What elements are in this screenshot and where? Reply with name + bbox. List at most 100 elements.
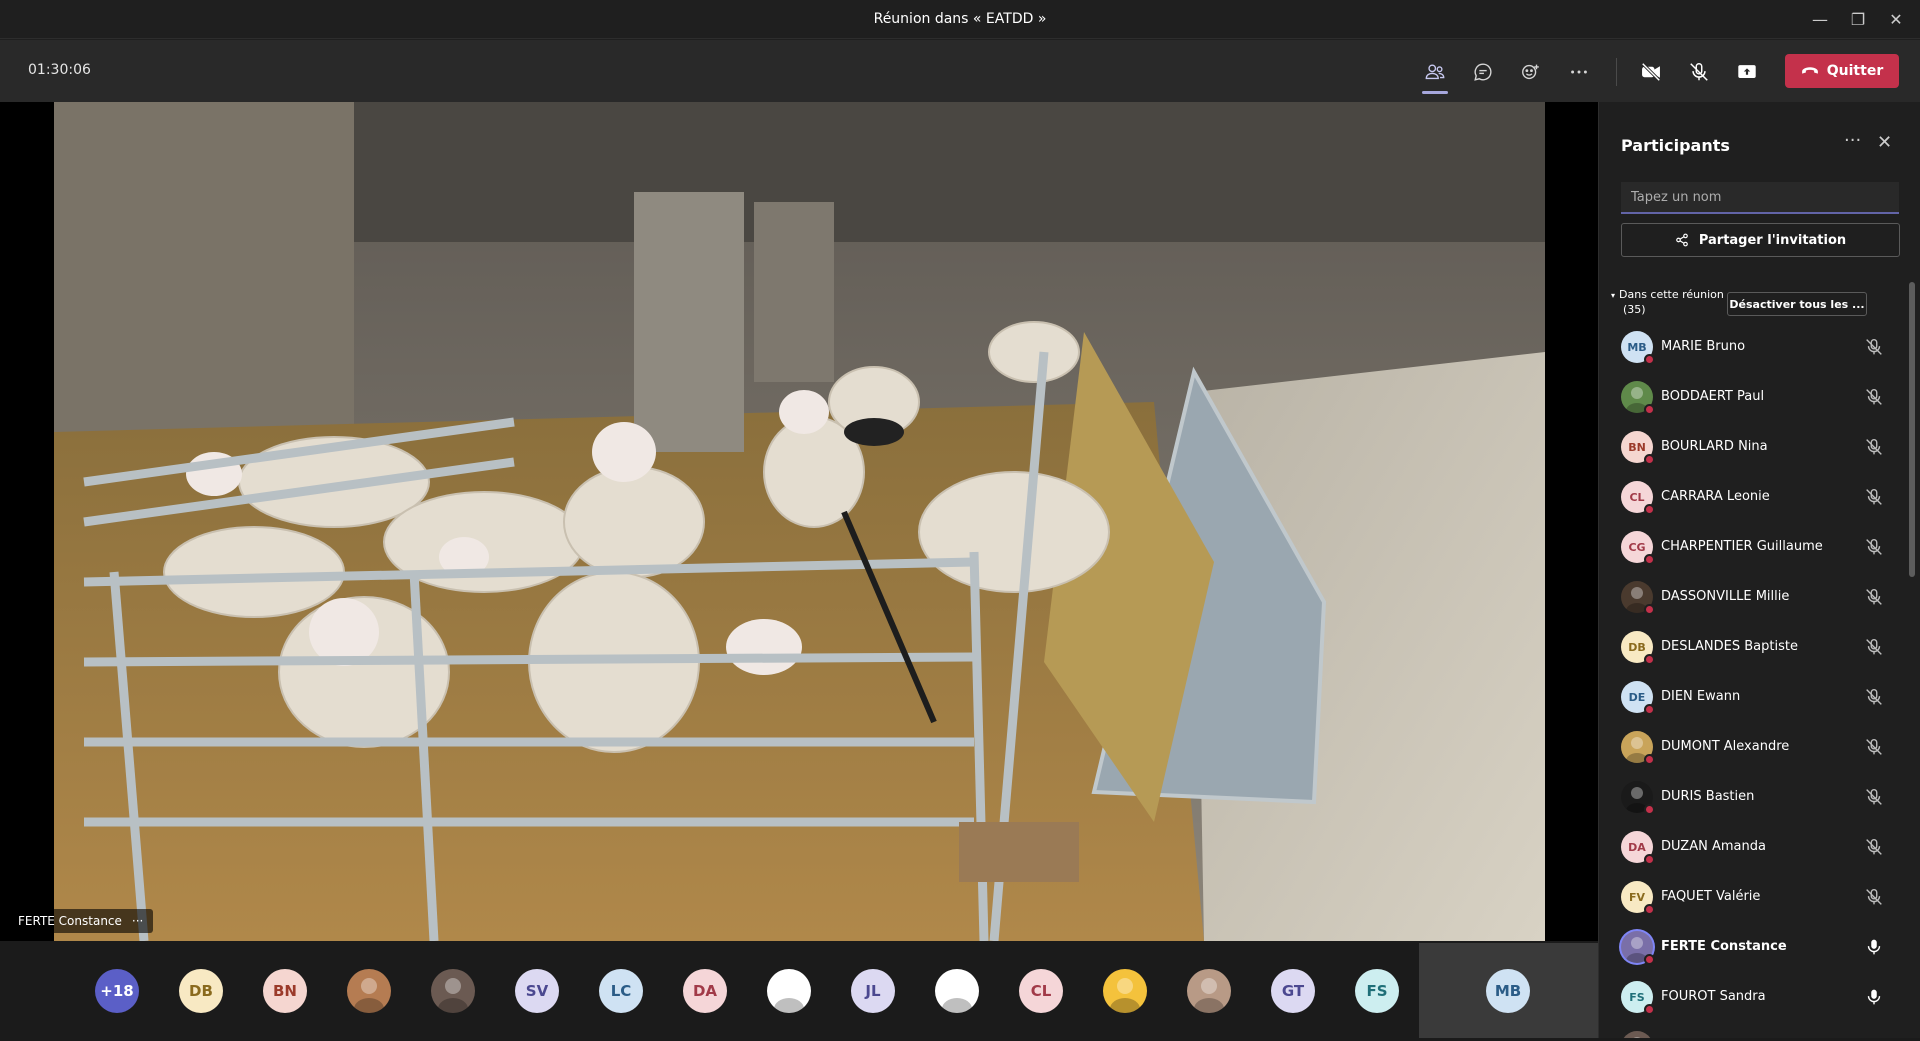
- presence-busy-icon: [1644, 504, 1655, 515]
- participant-photo-avatar[interactable]: [767, 969, 811, 1013]
- participant-photo-avatar: [1621, 781, 1655, 815]
- mic-muted-icon[interactable]: [1863, 786, 1885, 808]
- barn-sheep-video-frame: [54, 102, 1545, 941]
- participant-name: DIEN Ewann: [1661, 689, 1741, 704]
- mic-muted-icon[interactable]: [1863, 736, 1885, 758]
- participant-row[interactable]: DE DIEN Ewann: [1599, 672, 1909, 722]
- participant-avatar[interactable]: SV: [515, 969, 559, 1013]
- participant-avatar[interactable]: BN: [263, 969, 307, 1013]
- presence-busy-icon: [1644, 354, 1655, 365]
- presence-busy-icon: [1644, 754, 1655, 765]
- mic-muted-icon[interactable]: [1863, 536, 1885, 558]
- participant-initials: BN: [1628, 440, 1646, 454]
- maximize-icon[interactable]: ❐: [1843, 8, 1873, 30]
- participant-initials: DE: [1628, 690, 1646, 704]
- participants-panel: Participants ··· ✕ Partager l'invitation…: [1598, 102, 1920, 1041]
- participant-avatar: BN: [1621, 431, 1655, 465]
- reactions-button[interactable]: [1513, 54, 1549, 90]
- participant-row[interactable]: DB DESLANDES Baptiste: [1599, 622, 1909, 672]
- search-participants-input[interactable]: [1621, 182, 1899, 214]
- chat-button[interactable]: [1465, 54, 1501, 90]
- mic-muted-icon[interactable]: [1863, 486, 1885, 508]
- camera-off-icon: [1641, 62, 1661, 82]
- mic-muted-icon[interactable]: [1863, 386, 1885, 408]
- quit-button[interactable]: Quitter: [1785, 54, 1899, 88]
- camera-toggle-button[interactable]: [1633, 54, 1669, 90]
- participant-avatar: CG: [1621, 531, 1655, 565]
- minimize-icon[interactable]: —: [1805, 8, 1835, 30]
- participant-avatar[interactable]: JL: [851, 969, 895, 1013]
- participant-name: CHARPENTIER Guillaume: [1661, 539, 1823, 554]
- presence-busy-icon: [1644, 454, 1655, 465]
- participant-avatar[interactable]: CL: [1019, 969, 1063, 1013]
- self-avatar[interactable]: MB: [1486, 969, 1530, 1013]
- mic-muted-icon[interactable]: [1863, 586, 1885, 608]
- participant-row[interactable]: CG CHARPENTIER Guillaume: [1599, 522, 1909, 572]
- participant-avatar[interactable]: LC: [599, 969, 643, 1013]
- more-button[interactable]: [1561, 54, 1597, 90]
- participant-initials: MB: [1627, 340, 1647, 354]
- participant-photo-avatar: [1621, 931, 1655, 965]
- share-invitation-button[interactable]: Partager l'invitation: [1621, 223, 1900, 257]
- close-window-icon[interactable]: ✕: [1881, 8, 1911, 30]
- participant-name: FOUROT Sandra: [1661, 989, 1766, 1004]
- participant-initials: DB: [1628, 640, 1646, 654]
- mic-muted-icon[interactable]: [1863, 836, 1885, 858]
- mic-muted-icon[interactable]: [1863, 336, 1885, 358]
- participant-avatar[interactable]: FS: [1355, 969, 1399, 1013]
- speaker-more-icon[interactable]: ···: [132, 914, 143, 928]
- mic-muted-icon[interactable]: [1863, 436, 1885, 458]
- participant-photo-avatar[interactable]: [431, 969, 475, 1013]
- participant-photo-avatar[interactable]: [347, 969, 391, 1013]
- in-meeting-section-header[interactable]: ▾ Dans cette réunion (35): [1611, 288, 1724, 317]
- participant-row[interactable]: FS FOUROT Sandra: [1599, 972, 1909, 1022]
- mic-muted-icon[interactable]: [1863, 886, 1885, 908]
- participant-row[interactable]: BODDAERT Paul: [1599, 372, 1909, 422]
- participant-photo-avatar[interactable]: [1187, 969, 1231, 1013]
- panel-close-icon[interactable]: ✕: [1877, 132, 1892, 153]
- participant-avatar[interactable]: +18: [95, 969, 139, 1013]
- participant-row[interactable]: BN BOURLARD Nina: [1599, 422, 1909, 472]
- share-screen-icon: [1738, 65, 1756, 78]
- title-bar: Réunion dans « EATDD » — ❐ ✕: [0, 0, 1920, 39]
- mic-muted-icon[interactable]: [1863, 636, 1885, 658]
- participant-initials: CG: [1628, 540, 1646, 554]
- participant-photo-avatar: [1621, 381, 1655, 415]
- presence-busy-icon: [1644, 604, 1655, 615]
- participant-photo-avatar[interactable]: [935, 969, 979, 1013]
- presence-busy-icon: [1644, 904, 1655, 915]
- panel-title: Participants: [1621, 136, 1730, 155]
- mic-on-icon[interactable]: [1863, 986, 1885, 1008]
- share-screen-button[interactable]: [1729, 54, 1765, 90]
- participant-row[interactable]: DA DUZAN Amanda: [1599, 822, 1909, 872]
- participant-avatar: DA: [1621, 831, 1655, 865]
- panel-more-icon[interactable]: ···: [1844, 130, 1861, 151]
- participant-row[interactable]: DASSONVILLE Millie: [1599, 572, 1909, 622]
- participant-avatar[interactable]: GT: [1271, 969, 1315, 1013]
- mic-toggle-button[interactable]: [1681, 54, 1717, 90]
- participant-row[interactable]: DUMONT Alexandre: [1599, 722, 1909, 772]
- mic-muted-icon[interactable]: [1863, 686, 1885, 708]
- share-invitation-label: Partager l'invitation: [1698, 232, 1847, 248]
- participant-name: DASSONVILLE Millie: [1661, 589, 1790, 604]
- participant-photo-avatar[interactable]: [1103, 969, 1147, 1013]
- participant-initials: DA: [1628, 840, 1646, 854]
- participant-initials: CL: [1629, 490, 1645, 504]
- participant-row[interactable]: FERTE Constance: [1599, 922, 1909, 972]
- participant-row[interactable]: DURIS Bastien: [1599, 772, 1909, 822]
- participant-name: DUZAN Amanda: [1661, 839, 1766, 854]
- participant-avatar: MB: [1621, 331, 1655, 365]
- participant-avatar[interactable]: DB: [179, 969, 223, 1013]
- participants-button[interactable]: [1417, 54, 1453, 94]
- meeting-timer: 01:30:06: [28, 62, 91, 78]
- participant-avatar[interactable]: DA: [683, 969, 727, 1013]
- shared-video[interactable]: [54, 102, 1545, 941]
- participant-row[interactable]: MB MARIE Bruno: [1599, 322, 1909, 372]
- participant-row[interactable]: FV FAQUET Valérie: [1599, 872, 1909, 922]
- window-title: Réunion dans « EATDD »: [873, 11, 1047, 27]
- participant-row[interactable]: CL CARRARA Leonie: [1599, 472, 1909, 522]
- mic-on-icon[interactable]: [1863, 936, 1885, 958]
- participant-list-scrollbar[interactable]: [1909, 282, 1915, 577]
- presence-busy-icon: [1644, 704, 1655, 715]
- mute-all-button[interactable]: Désactiver tous les ...: [1727, 292, 1867, 316]
